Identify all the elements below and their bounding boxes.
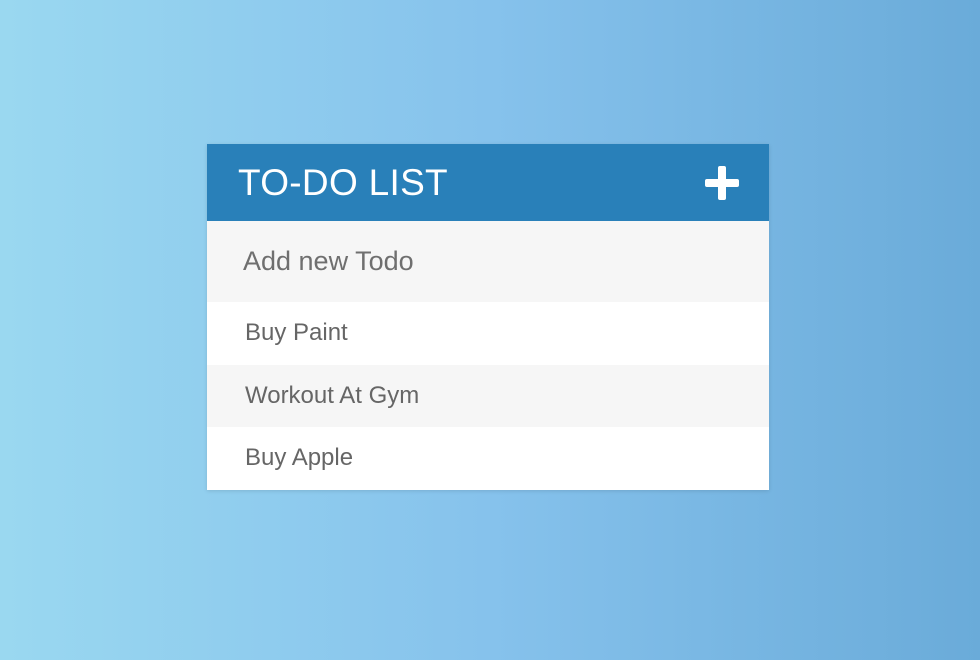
todo-card: TO-DO LIST Buy Paint Workout At Gym Buy … <box>207 144 769 490</box>
todo-list: Buy Paint Workout At Gym Buy Apple <box>207 302 769 490</box>
todo-title: TO-DO LIST <box>238 161 448 203</box>
todo-item[interactable]: Buy Apple <box>207 427 769 490</box>
todo-header: TO-DO LIST <box>207 144 769 221</box>
todo-item-label: Workout At Gym <box>245 381 420 409</box>
todo-item[interactable]: Workout At Gym <box>207 364 769 427</box>
todo-item-label: Buy Paint <box>245 319 348 347</box>
todo-item-label: Buy Apple <box>245 444 354 472</box>
new-todo-input[interactable] <box>207 221 769 302</box>
plus-icon <box>705 165 739 200</box>
add-todo-button[interactable] <box>705 165 739 200</box>
todo-item[interactable]: Buy Paint <box>207 302 769 365</box>
new-todo-field-wrapper <box>207 221 769 302</box>
